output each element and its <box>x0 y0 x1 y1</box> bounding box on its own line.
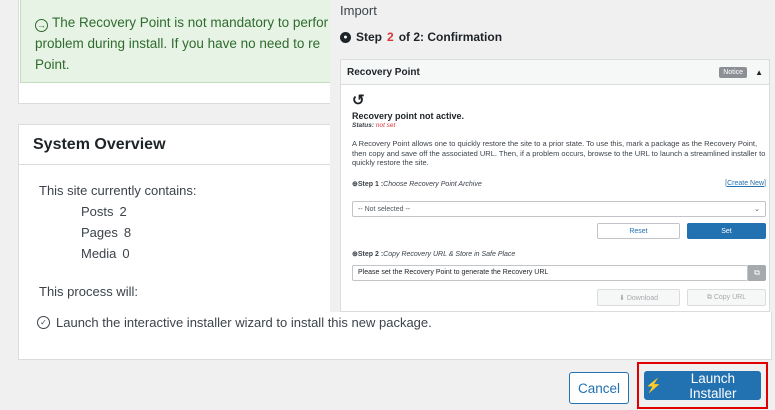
copy-icon[interactable]: ⧉ <box>748 265 766 281</box>
step2-label-row: ⊕Step 2 :Copy Recovery URL & Store in Sa… <box>352 251 516 258</box>
step1-label-row: ⊕Step 1 :Choose Recovery Point Archive [… <box>352 179 766 188</box>
set-button[interactable]: Set <box>687 223 766 239</box>
cancel-button[interactable]: Cancel <box>569 372 629 404</box>
stat-media: Media 0 <box>81 246 130 261</box>
recovery-description: A Recovery Point allows one to quickly r… <box>352 139 766 167</box>
notice-line-1: The Recovery Point is not mandatory to p… <box>52 15 329 30</box>
step-dot-icon: ● <box>340 31 351 43</box>
process-label: This process will: <box>39 284 138 299</box>
contains-label: This site currently contains: <box>39 183 197 198</box>
import-title: Import <box>340 3 377 18</box>
recovery-point-header[interactable]: Recovery Point Notice ▲ <box>341 60 769 85</box>
reset-button[interactable]: Reset <box>597 223 680 239</box>
recovery-point-content: ↺ Recovery point not active. Status: not… <box>352 93 766 188</box>
copy-url-button[interactable]: ⧉ Copy URL <box>687 289 766 306</box>
recovery-archive-select[interactable]: -- Not selected -- ⌄ <box>352 201 766 217</box>
status-line: Status: not set <box>352 122 396 129</box>
stat-posts: Posts 2 <box>81 204 127 219</box>
step-indicator: ● Step 2 of 2: Confirmation <box>340 30 502 44</box>
arrow-circle-icon: → <box>35 19 48 32</box>
launch-highlight: ⚡ Launch Installer <box>637 362 768 409</box>
copy-url-icon: ⧉ <box>706 293 712 301</box>
launch-installer-button[interactable]: ⚡ Launch Installer <box>644 370 761 401</box>
recovery-point-box: Recovery Point Notice ▲ ↺ Recovery point… <box>340 59 770 312</box>
check-circle-icon: ✓ <box>37 316 50 329</box>
status-title: Recovery point not active. <box>352 111 465 121</box>
launch-wizard-item: ✓ Launch the interactive installer wizar… <box>37 315 432 330</box>
stat-pages: Pages 8 <box>81 225 132 240</box>
site-contents: This site currently contains: Posts 2 Pag… <box>39 183 197 267</box>
chevron-down-icon: ⌄ <box>754 206 760 213</box>
launch-installer-label: Launch Installer <box>689 370 737 401</box>
caret-up-icon[interactable]: ▲ <box>755 68 763 77</box>
create-new-link[interactable]: [Create New] <box>725 180 766 188</box>
download-icon: ⬇ <box>619 294 625 302</box>
recovery-url-field[interactable]: Please set the Recovery Point to generat… <box>352 265 748 281</box>
launch-wizard-text: Launch the interactive installer wizard … <box>56 315 432 330</box>
download-button[interactable]: ⬇ Download <box>597 289 680 306</box>
import-panel: Import ● Step 2 of 2: Confirmation Recov… <box>330 0 775 312</box>
recovery-point-title: Recovery Point <box>347 66 420 78</box>
bolt-icon: ⚡ <box>645 377 662 393</box>
notice-badge: Notice <box>719 66 748 78</box>
undo-icon: ↺ <box>352 92 365 109</box>
